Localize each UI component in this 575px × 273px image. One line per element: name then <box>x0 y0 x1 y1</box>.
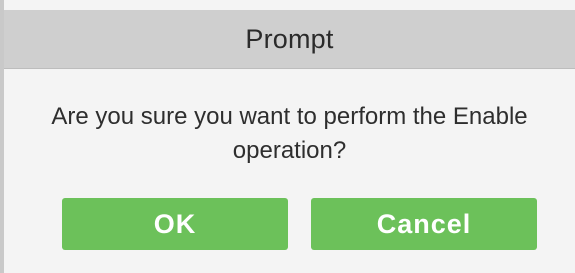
confirm-dialog: Prompt Are you sure you want to perform … <box>0 0 575 273</box>
ok-button[interactable]: OK <box>62 198 288 250</box>
cancel-button[interactable]: Cancel <box>311 198 537 250</box>
dialog-title: Prompt <box>245 23 334 54</box>
dialog-message: Are you sure you want to perform the Ena… <box>51 103 528 164</box>
dialog-titlebar[interactable]: Prompt <box>4 10 575 69</box>
